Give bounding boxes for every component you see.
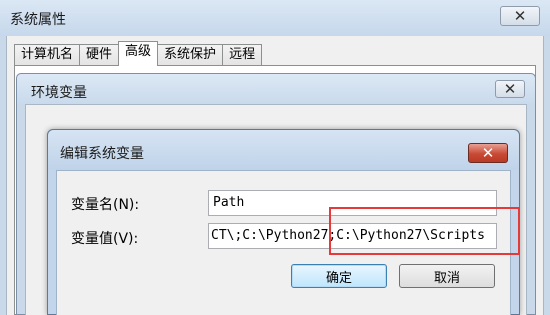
tab-remote[interactable]: 远程 — [222, 44, 263, 66]
system-properties-close-button[interactable]: ✕ — [500, 6, 540, 26]
cancel-button[interactable]: 取消 — [399, 264, 495, 288]
close-icon: ✕ — [513, 6, 527, 25]
close-icon: ✕ — [481, 143, 495, 162]
variable-value-field[interactable]: CT\;C:\Python27;C:\Python27\Scripts — [208, 223, 497, 249]
variable-value-label: 变量值(V): — [71, 231, 139, 247]
tab-strip: 计算机名 硬件 高级 系统保护 远程 — [14, 41, 263, 66]
system-properties-title: 系统属性 — [10, 12, 66, 28]
variable-name-label: 变量名(N): — [71, 197, 140, 213]
environment-variables-titlebar: 环境变量 ✕ — [17, 74, 535, 104]
edit-dialog-titlebar: 编辑系统变量 ✕ — [48, 130, 519, 170]
tab-advanced[interactable]: 高级 — [118, 41, 159, 66]
environment-variables-title: 环境变量 — [31, 85, 87, 101]
edit-dialog-title: 编辑系统变量 — [60, 146, 144, 162]
edit-system-variable-dialog: 编辑系统变量 ✕ 变量名(N): Path 变量值(V): CT\;C:\Pyt… — [47, 129, 520, 315]
ok-button[interactable]: 确定 — [291, 264, 387, 288]
system-properties-titlebar: 系统属性 ✕ — [0, 0, 550, 36]
environment-variables-close-button[interactable]: ✕ — [495, 80, 525, 98]
tab-hardware[interactable]: 硬件 — [79, 44, 120, 66]
edit-dialog-body: 变量名(N): Path 变量值(V): CT\;C:\Python27;C:\… — [56, 170, 511, 315]
tab-computer-name[interactable]: 计算机名 — [14, 44, 81, 66]
variable-name-field[interactable]: Path — [208, 190, 497, 216]
tab-system-protection[interactable]: 系统保护 — [157, 44, 224, 66]
close-icon: ✕ — [503, 79, 517, 98]
edit-dialog-close-button[interactable]: ✕ — [468, 143, 508, 163]
